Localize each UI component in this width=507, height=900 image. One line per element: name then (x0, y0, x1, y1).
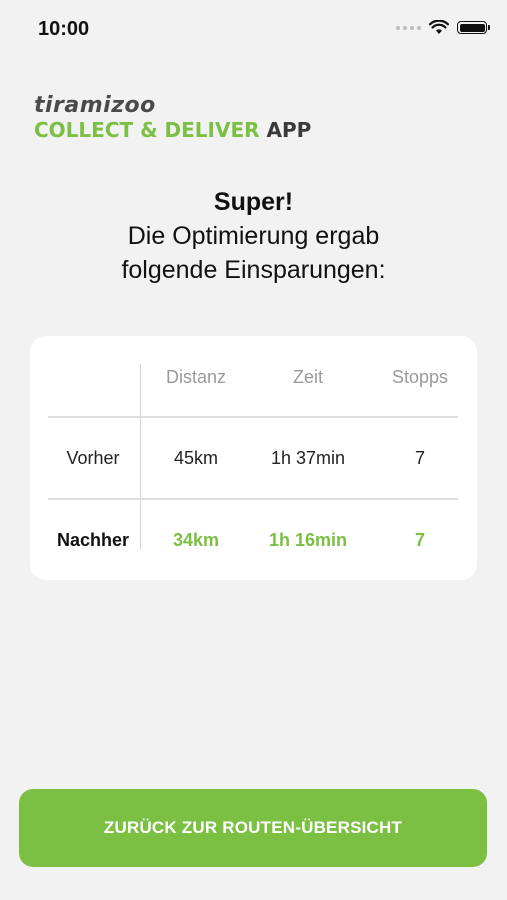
back-to-route-overview-button[interactable]: ZURÜCK ZUR ROUTEN-ÜBERSICHT (19, 789, 487, 867)
brand-logo: tiramizoo COLLECT & DELIVER APP (34, 93, 311, 142)
column-header-stopps: Stopps (391, 367, 449, 387)
status-icons (396, 20, 490, 35)
brand-subtitle: COLLECT & DELIVER APP (34, 119, 311, 141)
brand-subtitle-green: COLLECT & DELIVER (34, 118, 260, 142)
status-time: 10:00 (38, 18, 90, 40)
signal-icon (396, 25, 421, 30)
headline-line1: Die Optimierung ergab (127, 222, 380, 250)
vorher-zeit: 1h 37min (270, 448, 346, 468)
table-divider-header (48, 416, 458, 418)
vorher-distanz: 45km (173, 448, 218, 468)
column-header-zeit: Zeit (292, 367, 323, 387)
row-label-vorher: Vorher (66, 448, 120, 468)
battery-icon (457, 21, 490, 34)
table-divider-row (48, 498, 458, 500)
brand-subtitle-app: APP (266, 118, 312, 142)
headline-title: Super! (213, 188, 294, 216)
brand-name: tiramizoo (34, 93, 156, 118)
headline: Super! Die Optimierung ergab folgende Ei… (0, 185, 507, 287)
status-bar: 10:00 (0, 0, 507, 60)
nachher-distanz: 34km (172, 530, 220, 550)
wifi-icon (429, 20, 449, 34)
nachher-stopps: 7 (414, 530, 425, 550)
nachher-zeit: 1h 16min (268, 530, 348, 550)
vorher-stopps: 7 (414, 448, 425, 468)
savings-table-card: Distanz Zeit Stopps Vorher 45km 1h 37min… (30, 336, 477, 580)
column-header-distanz: Distanz (165, 367, 227, 387)
headline-line2: folgende Einsparungen: (121, 256, 386, 284)
row-label-nachher: Nachher (56, 530, 130, 550)
